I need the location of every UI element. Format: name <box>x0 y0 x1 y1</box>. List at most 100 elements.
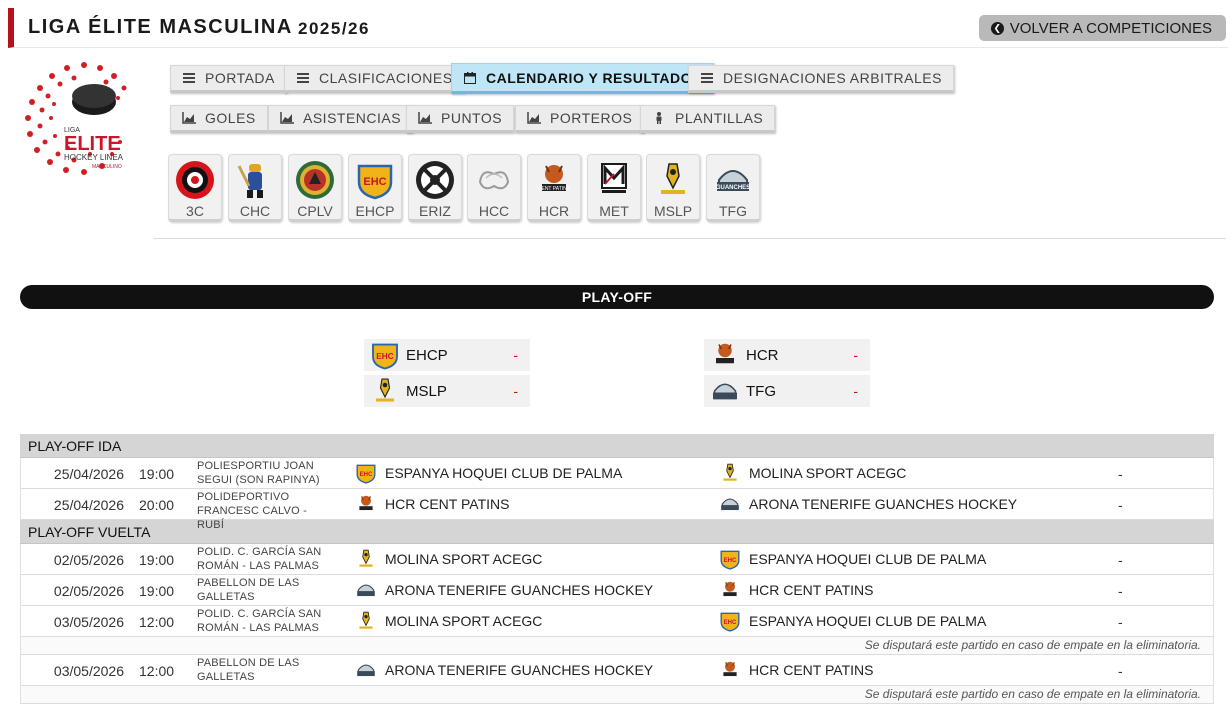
tab-plantillas-label: PLANTILLAS <box>675 110 764 126</box>
team-card-ehcp[interactable]: EHC EHCP <box>348 154 402 222</box>
team-ehcp-crest-icon: EHC <box>357 164 393 200</box>
venue-line: POLID. C. GARCÍA SAN <box>197 546 322 558</box>
team-ehcp-crest-icon: EHC <box>356 464 376 484</box>
away-team[interactable]: ARONA TENERIFE GUANCHES HOCKEY <box>719 493 1017 515</box>
svg-text:CENT PATINS: CENT PATINS <box>538 186 571 192</box>
team-card-3c[interactable]: 3C <box>168 154 222 222</box>
section-heading-ida: PLAY-OFF IDA <box>20 434 1214 458</box>
bracket-team-hcr[interactable]: HCR - <box>704 339 870 371</box>
tab-calendario-resultados[interactable]: CALENDARIO Y RESULTADOS <box>451 63 714 94</box>
bracket-score: - <box>853 347 858 363</box>
logo-text-masculino: MASCULINO <box>92 164 122 170</box>
tab-puntos[interactable]: PUNTOS <box>406 105 515 133</box>
team-tfg-crest-icon: GUANCHES <box>716 170 750 191</box>
list-icon <box>182 72 196 84</box>
match-time: 12:00 <box>139 663 175 679</box>
match-date: 02/05/2026 <box>53 583 124 599</box>
tab-asistencias[interactable]: ASISTENCIAS <box>268 105 414 133</box>
venue-line: GALLETAS <box>197 671 255 683</box>
home-team[interactable]: MOLINA SPORT ACEGC <box>355 610 542 632</box>
tab-plantillas[interactable]: PLANTILLAS <box>640 105 776 133</box>
tab-clasificaciones-label: CLASIFICACIONES <box>319 70 453 86</box>
team-card-hcc[interactable]: HCC <box>467 154 521 222</box>
away-team-name: ARONA TENERIFE GUANCHES HOCKEY <box>749 496 1018 512</box>
playoff-heading: PLAY-OFF <box>20 285 1214 309</box>
team-mslp-crest-icon <box>359 549 373 567</box>
team-card-hcr[interactable]: CENT PATINS HCR <box>527 154 581 222</box>
team-card-eriz[interactable]: ERIZ <box>408 154 462 222</box>
match-row[interactable]: 02/05/2026 19:00 POLID. C. GARCÍA SAN ROM… <box>20 544 1214 575</box>
venue-line: POLIESPORTIU JOAN <box>197 460 314 472</box>
tab-designaciones-arbitrales[interactable]: DESIGNACIONES ARBITRALES <box>688 65 954 93</box>
svg-text:EHC: EHC <box>376 352 393 361</box>
bracket-team-tfg[interactable]: TFG - <box>704 375 870 407</box>
match-time: 20:00 <box>139 497 175 513</box>
match-date: 25/04/2026 <box>53 466 124 482</box>
match-result: - <box>1118 663 1123 679</box>
team-card-mslp[interactable]: MSLP <box>646 154 700 222</box>
away-team[interactable]: HCR CENT PATINS <box>719 659 873 681</box>
bracket-team-mslp[interactable]: MSLP - <box>364 375 530 407</box>
team-hcr-crest-icon: CENT PATINS <box>538 165 571 192</box>
team-hcr-crest-icon <box>716 343 734 364</box>
venue-line: ROMÁN - LAS PALMAS <box>197 622 319 634</box>
back-to-competitions-button[interactable]: ❮ VOLVER A COMPETICIONES <box>978 15 1226 41</box>
bracket-team-name: HCR <box>746 346 779 364</box>
tab-porteros[interactable]: PORTEROS <box>515 105 645 133</box>
home-team-name: MOLINA SPORT ACEGC <box>385 613 543 629</box>
away-team[interactable]: EHC ESPANYA HOQUEI CLUB DE PALMA <box>719 548 986 570</box>
away-team[interactable]: MOLINA SPORT ACEGC <box>719 462 906 484</box>
home-team-name: ARONA TENERIFE GUANCHES HOCKEY <box>385 582 654 598</box>
match-venue: POLID. C. GARCÍA SAN ROMÁN - LAS PALMAS <box>197 545 325 573</box>
team-chc-crest-icon <box>237 164 263 198</box>
away-team[interactable]: EHC ESPANYA HOQUEI CLUB DE PALMA <box>719 610 986 632</box>
home-team[interactable]: ARONA TENERIFE GUANCHES HOCKEY <box>355 659 653 681</box>
team-card-cplv[interactable]: CPLV <box>288 154 342 222</box>
venue-line: PABELLON DE LAS <box>197 577 300 589</box>
list-icon <box>700 72 714 84</box>
bracket-team-ehcp[interactable]: EHC EHCP - <box>364 339 530 371</box>
match-date: 03/05/2026 <box>53 614 124 630</box>
home-team[interactable]: MOLINA SPORT ACEGC <box>355 548 542 570</box>
match-venue: PABELLON DE LAS GALLETAS <box>197 656 325 684</box>
match-row[interactable]: 03/05/2026 12:00 POLID. C. GARCÍA SAN ROM… <box>20 606 1214 637</box>
home-team[interactable]: EHC ESPANYA HOQUEI CLUB DE PALMA <box>355 462 622 484</box>
away-team-name: HCR CENT PATINS <box>749 662 874 678</box>
team-card-chc[interactable]: CHC <box>228 154 282 222</box>
team-hcr-crest-icon <box>723 581 737 597</box>
match-result: - <box>1118 614 1123 630</box>
venue-line: POLIDEPORTIVO <box>197 491 290 503</box>
tab-asistencias-label: ASISTENCIAS <box>303 110 402 126</box>
team-tfg-crest-icon <box>713 383 737 400</box>
team-card-tfg[interactable]: GUANCHES TFG <box>706 154 760 222</box>
home-team-name: ESPANYA HOQUEI CLUB DE PALMA <box>385 465 623 481</box>
tiebreak-note: Se disputará este partido en caso de emp… <box>20 637 1214 655</box>
match-result: - <box>1118 466 1123 482</box>
team-abbr: 3C <box>186 203 204 219</box>
league-logo[interactable]: LIGA ELITE HOCKEY LINEA MASCULINO <box>20 58 138 180</box>
match-row[interactable]: 02/05/2026 19:00 PABELLON DE LAS GALLETAS… <box>20 575 1214 606</box>
team-eriz-crest-icon <box>416 161 454 199</box>
team-card-met[interactable]: MET <box>587 154 641 222</box>
team-abbr: CPLV <box>297 203 333 219</box>
team-mslp-crest-icon <box>359 611 373 629</box>
list-icon <box>296 72 310 84</box>
match-row[interactable]: 25/04/2026 20:00 POLIDEPORTIVO FRANCESC C… <box>20 489 1214 531</box>
team-met-crest-icon <box>601 163 627 193</box>
match-result: - <box>1118 583 1123 599</box>
tab-clasificaciones[interactable]: CLASIFICACIONES <box>284 65 465 93</box>
home-team[interactable]: HCR CENT PATINS <box>355 493 509 515</box>
match-venue: POLIDEPORTIVO FRANCESC CALVO - RUBÍ <box>197 490 325 532</box>
tab-portada[interactable]: PORTADA <box>170 65 287 93</box>
home-team-name: HCR CENT PATINS <box>385 496 510 512</box>
tab-goles[interactable]: GOLES <box>170 105 268 133</box>
area-chart-icon <box>280 112 294 124</box>
match-venue: POLID. C. GARCÍA SAN ROMÁN - LAS PALMAS <box>197 607 325 635</box>
away-team[interactable]: HCR CENT PATINS <box>719 579 873 601</box>
match-row[interactable]: 25/04/2026 19:00 POLIESPORTIU JOAN SEGUI … <box>20 458 1214 489</box>
match-time: 19:00 <box>139 466 175 482</box>
home-team[interactable]: ARONA TENERIFE GUANCHES HOCKEY <box>355 579 653 601</box>
team-abbr: TFG <box>719 203 747 219</box>
match-row[interactable]: 03/05/2026 12:00 PABELLON DE LAS GALLETAS… <box>20 655 1214 686</box>
home-team-name: MOLINA SPORT ACEGC <box>385 551 543 567</box>
